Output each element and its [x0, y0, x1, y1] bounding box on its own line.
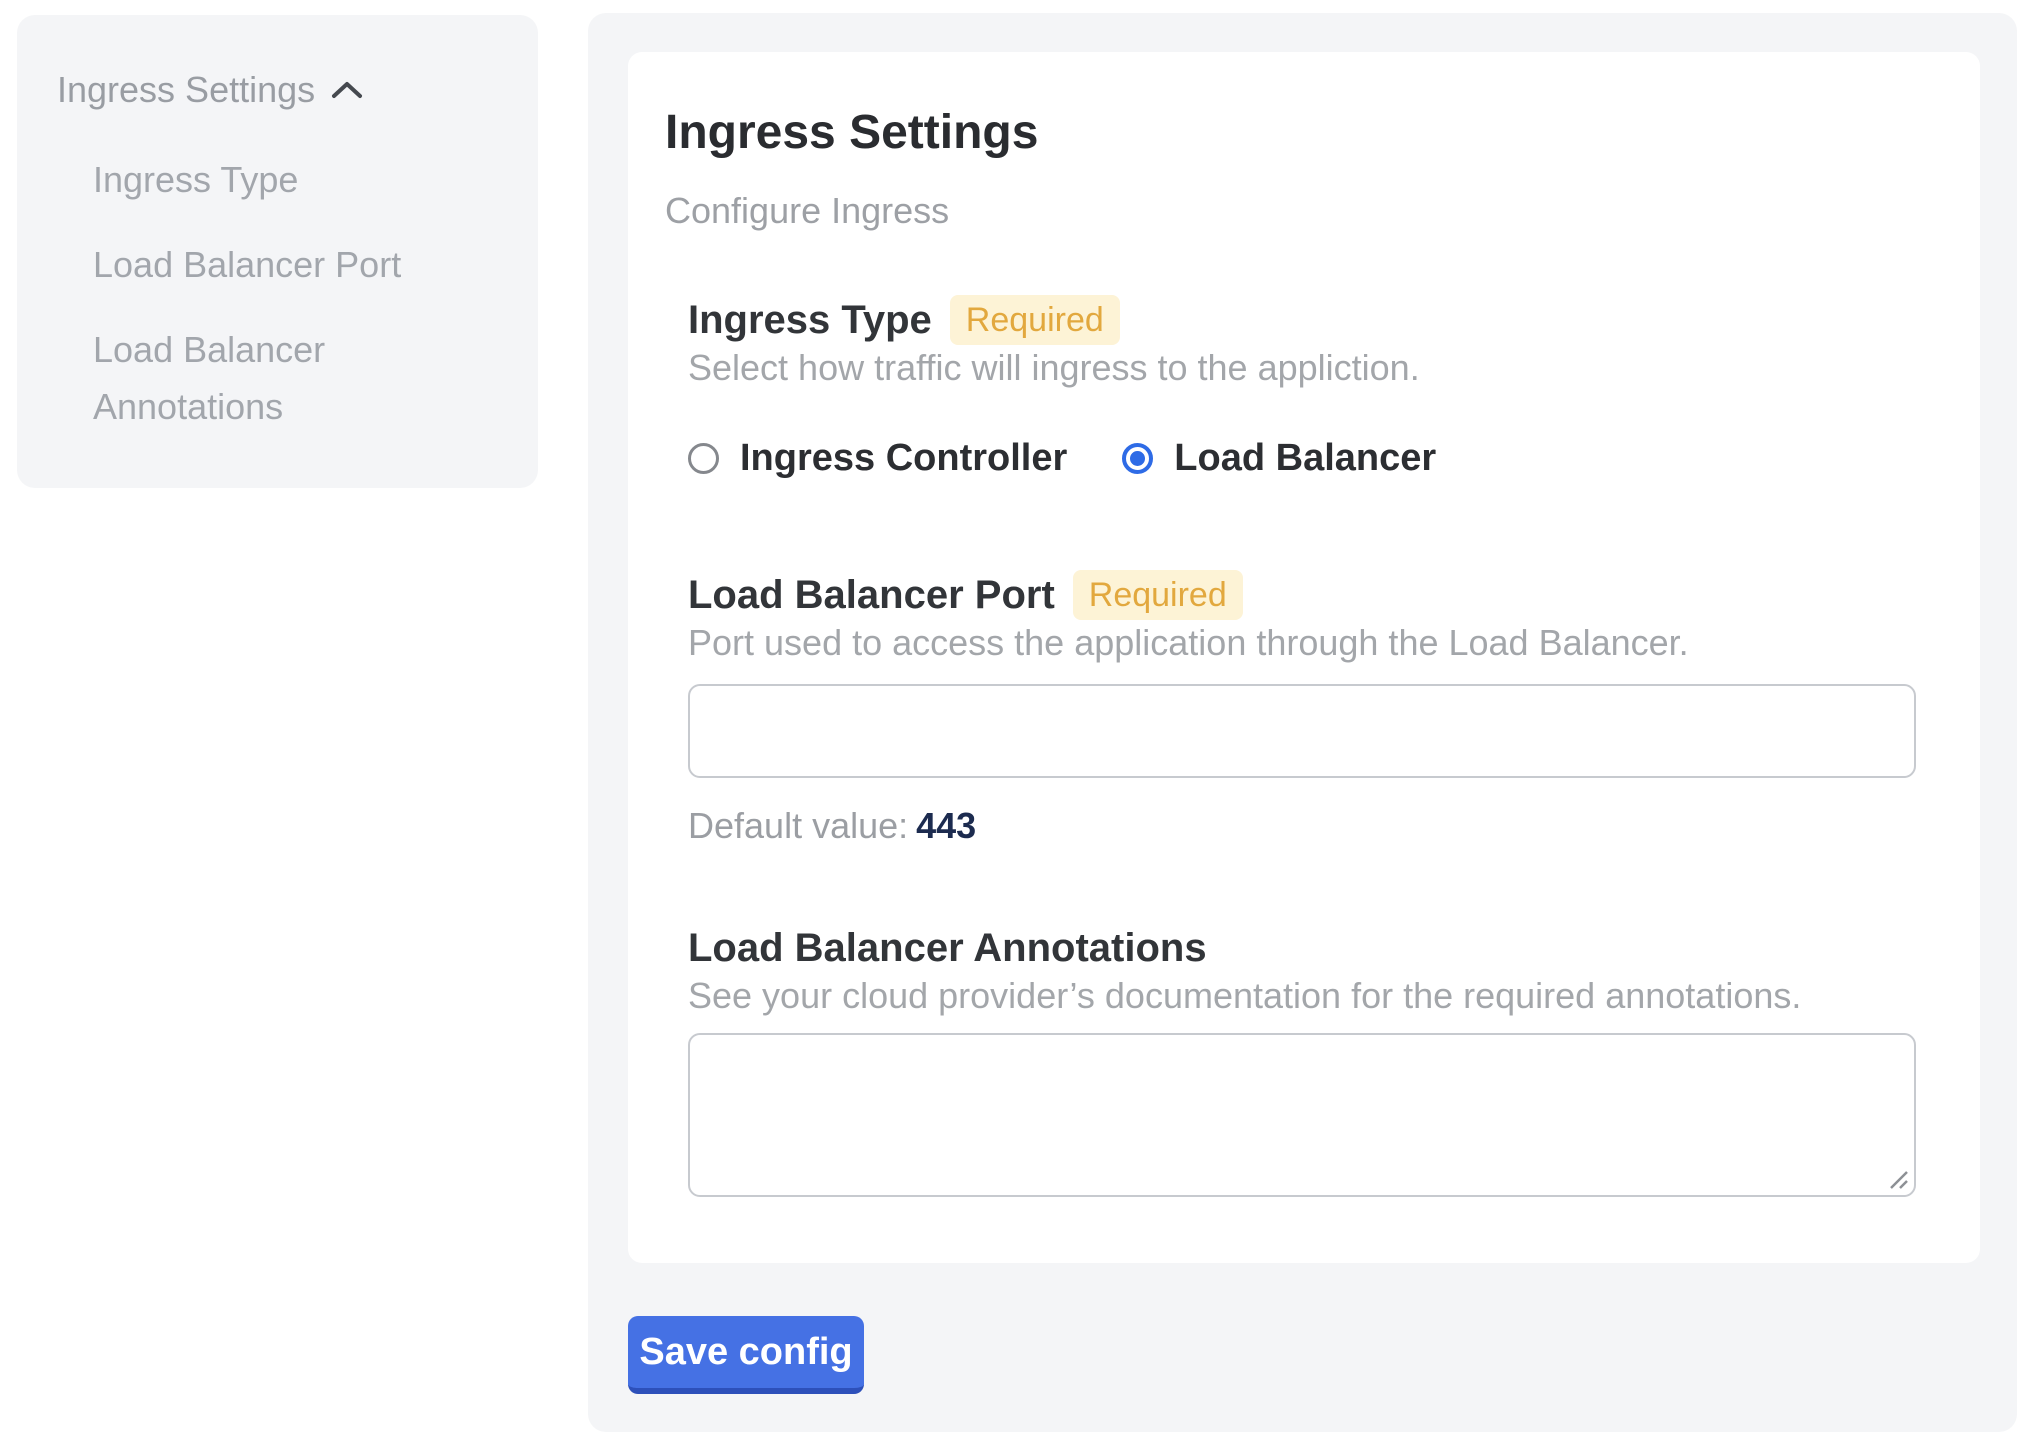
default-value-label: Default value: — [688, 805, 908, 846]
default-value-line: Default value:443 — [688, 804, 1916, 848]
sidebar-item-list: Ingress Type Load Balancer Port Load Bal… — [57, 151, 508, 435]
annotations-textarea-wrap — [688, 1033, 1916, 1197]
settings-nav-sidebar: Ingress Settings Ingress Type Load Balan… — [17, 15, 538, 488]
radio-label: Ingress Controller — [740, 437, 1067, 480]
ingress-type-radio-group: Ingress Controller Load Balancer — [688, 437, 1916, 480]
sidebar-item-ingress-type[interactable]: Ingress Type — [93, 151, 498, 208]
radio-circle-load-balancer[interactable] — [1122, 443, 1153, 474]
radio-option-ingress-controller[interactable]: Ingress Controller — [688, 437, 1067, 480]
sidebar-item-load-balancer-port[interactable]: Load Balancer Port — [93, 236, 498, 293]
load-balancer-port-input[interactable] — [688, 684, 1916, 778]
section-label: Ingress Type — [688, 295, 932, 345]
sidebar-item-load-balancer-annotations[interactable]: Load Balancer Annotations — [93, 321, 498, 435]
section-label-row: Ingress Type Required — [688, 295, 1916, 345]
ingress-settings-card: Ingress Settings Configure Ingress Ingre… — [628, 52, 1980, 1263]
required-badge: Required — [950, 295, 1120, 345]
section-description: Port used to access the application thro… — [688, 620, 1916, 666]
settings-panel: Ingress Settings Configure Ingress Ingre… — [588, 13, 2017, 1432]
sidebar-group-ingress-settings[interactable]: Ingress Settings — [57, 65, 508, 115]
load-balancer-annotations-textarea[interactable] — [688, 1033, 1916, 1197]
section-description: Select how traffic will ingress to the a… — [688, 345, 1916, 391]
required-badge: Required — [1073, 570, 1243, 620]
save-config-label: Save config — [639, 1331, 852, 1374]
radio-label: Load Balancer — [1174, 437, 1436, 480]
section-label-row: Load Balancer Annotations — [688, 923, 1916, 973]
radio-dot — [1130, 451, 1145, 466]
section-label: Load Balancer Port — [688, 570, 1055, 620]
radio-circle-ingress-controller[interactable] — [688, 443, 719, 474]
sidebar-group-label: Ingress Settings — [57, 65, 315, 115]
page-title: Ingress Settings — [665, 105, 1916, 161]
save-config-button[interactable]: Save config — [628, 1316, 864, 1394]
page-subtitle: Configure Ingress — [665, 189, 1916, 233]
default-value: 443 — [916, 805, 976, 846]
textarea-resize-handle[interactable] — [1885, 1166, 1911, 1192]
radio-option-load-balancer[interactable]: Load Balancer — [1122, 437, 1436, 480]
section-load-balancer-port: Load Balancer Port Required Port used to… — [688, 570, 1916, 848]
section-ingress-type: Ingress Type Required Select how traffic… — [688, 295, 1916, 480]
section-label-row: Load Balancer Port Required — [688, 570, 1916, 620]
chevron-up-icon — [331, 80, 363, 100]
section-load-balancer-annotations: Load Balancer Annotations See your cloud… — [688, 923, 1916, 1197]
section-description: See your cloud provider’s documentation … — [688, 973, 1916, 1019]
section-label: Load Balancer Annotations — [688, 923, 1207, 973]
